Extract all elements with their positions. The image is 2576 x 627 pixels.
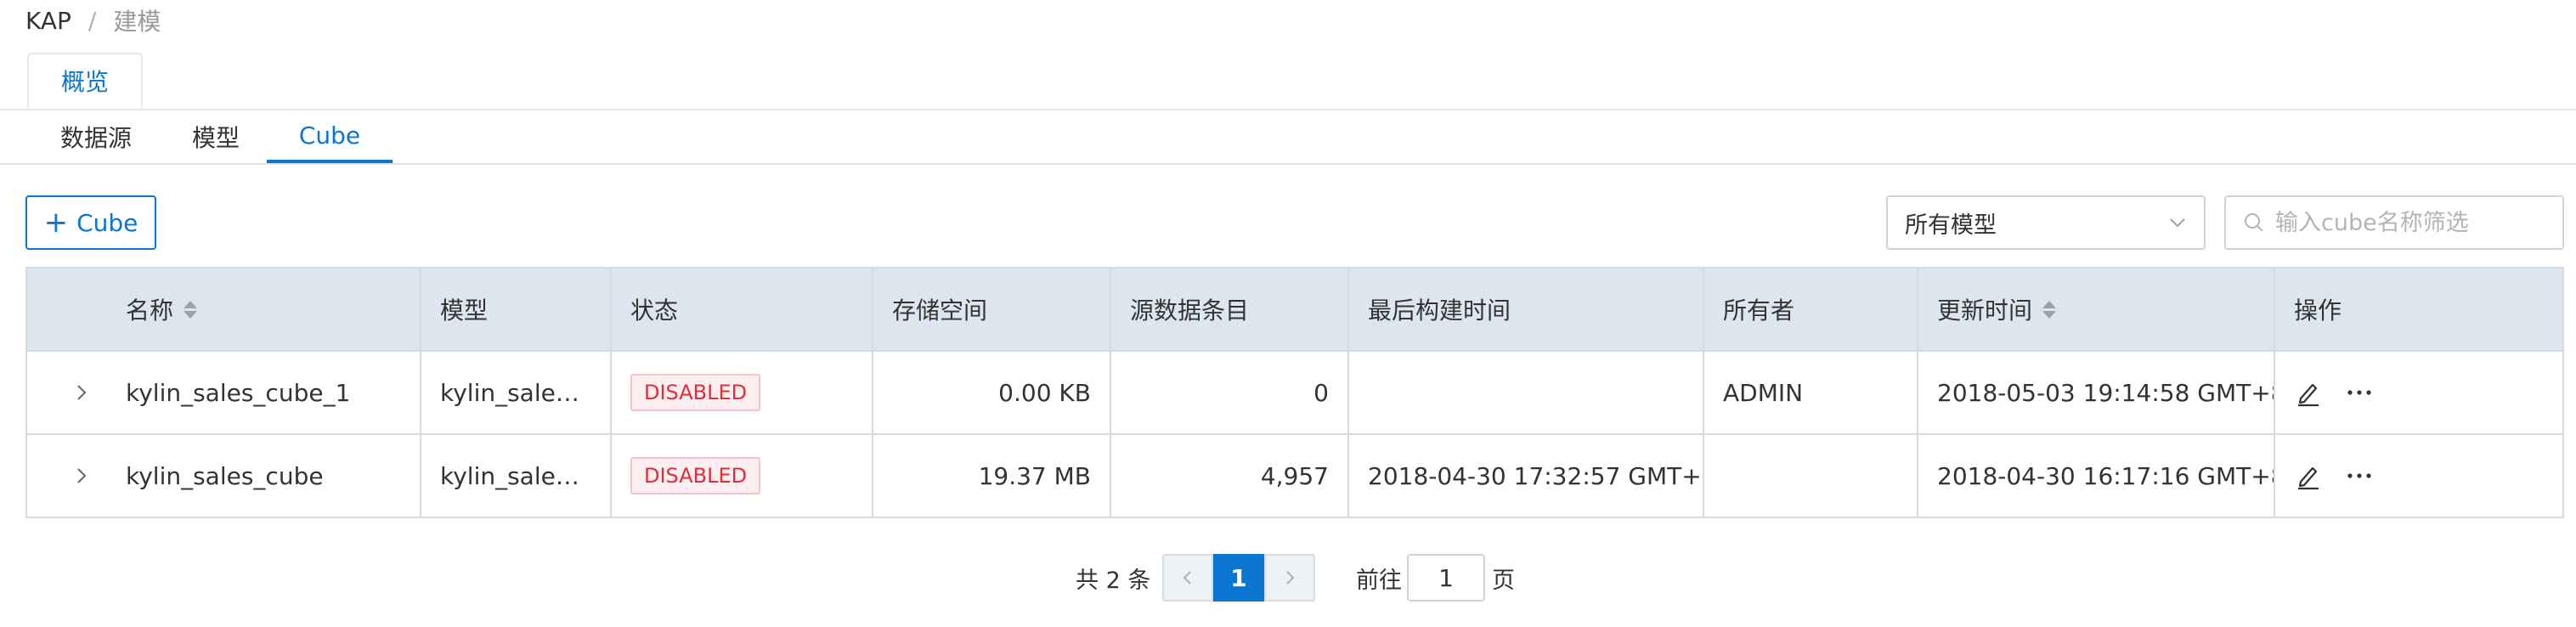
goto-label: 前往 [1356,567,1402,594]
chevron-right-icon[interactable] [71,382,92,403]
table-row: kylin_sales_cube kylin_sales_... DISABLE… [27,435,2562,517]
status-badge: DISABLED [630,457,761,494]
tab-datasource[interactable]: 数据源 [34,110,158,163]
tab-cube[interactable]: Cube [267,110,393,163]
tab-model[interactable]: 模型 [158,110,274,163]
breadcrumb-separator: / [88,6,97,35]
breadcrumb-root[interactable]: KAP [25,7,71,35]
breadcrumb-current: 建模 [113,8,161,36]
chevron-down-icon [2170,218,2185,228]
page-number-button[interactable]: 1 [1213,554,1264,602]
next-page-button[interactable] [1264,554,1315,602]
add-cube-label: Cube [76,208,138,237]
actions-cell [2275,352,2562,433]
source-record-count: 4,957 [1111,435,1349,517]
breadcrumb: KAP / 建模 [25,2,161,39]
prev-page-button[interactable] [1162,554,1213,602]
chevron-left-icon [1183,571,1191,585]
search-box [2224,195,2564,250]
cube-model: kylin_sales_... [421,435,612,517]
pagination-total: 共 2 条 [1076,567,1151,594]
owner: ADMIN [1704,352,1918,433]
column-header-owner: 所有者 [1704,268,1918,350]
goto-page-input[interactable] [1407,554,1485,602]
more-icon[interactable] [2347,388,2372,397]
source-record-count: 0 [1111,352,1349,433]
inner-tab-bar: 数据源 模型 Cube [0,110,2576,165]
cube-table: 名称 模型 状态 存储空间 源数据条目 最后构建时间 所有者 更新时间 操作 k… [25,267,2564,518]
column-header-update-time[interactable]: 更新时间 [1918,268,2275,350]
cube-model: kylin_sales_... [421,352,612,433]
edit-icon[interactable] [2294,461,2323,490]
pagination: 共 2 条 1 前往 页 [0,554,2576,602]
status-cell: DISABLED [612,352,873,433]
chevron-right-icon[interactable] [71,466,92,486]
last-build-time: 2018-04-30 17:32:57 GMT+8 [1349,435,1704,517]
model-filter-select[interactable]: 所有模型 [1886,195,2206,250]
chevron-right-icon [1286,571,1295,585]
column-header-source-records: 源数据条目 [1111,268,1349,350]
table-row: kylin_sales_cube_1 kylin_sales_... DISAB… [27,352,2562,435]
more-icon[interactable] [2347,472,2372,480]
column-header-actions: 操作 [2294,297,2342,325]
status-cell: DISABLED [612,435,873,517]
status-badge: DISABLED [630,374,761,411]
column-header-storage: 存储空间 [873,268,1111,350]
edit-icon[interactable] [2294,378,2323,407]
actions-cell [2275,435,2562,517]
owner [1704,435,1918,517]
update-time: 2018-05-03 19:14:58 GMT+8 [1918,352,2275,433]
storage-size: 19.37 MB [873,435,1111,517]
sort-icon[interactable] [184,300,198,319]
column-header-status: 状态 [612,268,873,350]
tab-overview[interactable]: 概览 [27,53,143,109]
plus-icon: + [43,206,69,240]
column-header-last-build-time: 最后构建时间 [1349,268,1704,350]
last-build-time [1349,352,1704,433]
update-time: 2018-04-30 16:17:16 GMT+8 [1918,435,2275,517]
sort-icon[interactable] [2042,300,2057,319]
outer-tab-bar: 概览 [0,53,2576,110]
column-header-name[interactable]: 名称 [27,268,421,350]
table-header-row: 名称 模型 状态 存储空间 源数据条目 最后构建时间 所有者 更新时间 操作 [27,268,2562,352]
goto-suffix: 页 [1492,567,1515,594]
search-input[interactable] [2275,209,2547,236]
search-icon [2243,212,2265,234]
storage-size: 0.00 KB [873,352,1111,433]
column-header-model: 模型 [421,268,612,350]
model-filter-value: 所有模型 [1905,212,1997,239]
add-cube-button[interactable]: + Cube [25,195,156,250]
